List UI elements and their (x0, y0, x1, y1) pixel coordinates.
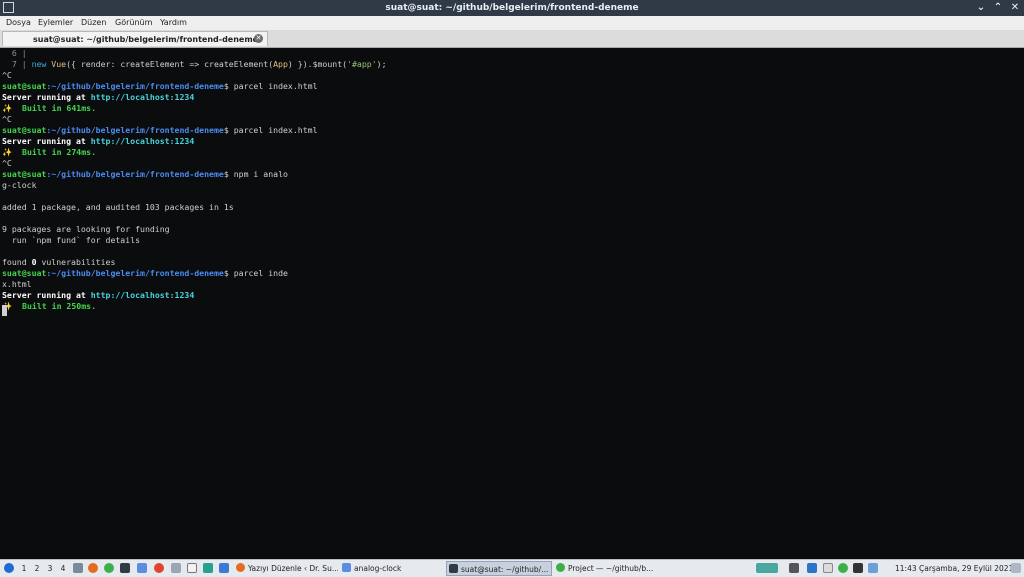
desktop-3[interactable]: 3 (45, 562, 55, 575)
taskbar-window-browser[interactable]: Yazıyı Düzenle ‹ Dr. Su... (234, 561, 338, 576)
desktop-1[interactable]: 1 (19, 562, 29, 575)
terminal-icon (449, 564, 458, 573)
taskbar-clock[interactable]: 11:43 Çarşamba, 29 Eylül 2021 (895, 562, 1013, 575)
command-wrap-line: x.html (2, 279, 32, 289)
app-launcher-icon[interactable] (203, 563, 213, 573)
command-wrap-line: g-clock (2, 180, 37, 190)
update-icon[interactable] (838, 563, 848, 573)
screenshot-icon[interactable] (171, 563, 181, 573)
menu-duzen[interactable]: Düzen (81, 18, 106, 27)
npm-funding-hint-line: run `npm fund` for details (2, 235, 141, 245)
text-cursor (2, 305, 7, 316)
desktop-4[interactable]: 4 (58, 562, 68, 575)
interrupt-line: ^C (2, 114, 12, 124)
code-line-6: 6 | (2, 48, 27, 58)
menu-gorunum[interactable]: Görünüm (115, 18, 152, 27)
taskbar-window-atom[interactable]: Project — ~/github/b... (554, 561, 660, 576)
green-app-icon[interactable] (104, 563, 114, 573)
built-line: ✨ Built in 641ms. (2, 103, 97, 113)
tab-bar: suat@suat: ~/github/belgelerim/frontend-… (0, 30, 1024, 48)
chrome-icon[interactable] (154, 563, 164, 573)
editor-launcher-icon[interactable] (137, 563, 147, 573)
vscode-icon[interactable] (219, 563, 229, 573)
maximize-icon[interactable]: ⌃ (991, 1, 1005, 15)
menu-eylemler[interactable]: Eylemler (38, 18, 73, 27)
cpu-monitor-icon (756, 563, 778, 573)
atom-icon (556, 563, 565, 572)
prompt-line: suat@suat:~/github/belgelerim/frontend-d… (2, 81, 318, 91)
window-title: suat@suat: ~/github/belgelerim/frontend-… (385, 3, 639, 13)
code-line-7: 7 | new Vue({ render: createElement => c… (2, 59, 387, 69)
tab-label: suat@suat: ~/github/belgelerim/frontend-… (33, 35, 259, 44)
window-titlebar[interactable]: suat@suat: ~/github/belgelerim/frontend-… (0, 0, 1024, 16)
npm-vulnerabilities-line: found 0 vulnerabilities (2, 257, 116, 267)
npm-funding-line: 9 packages are looking for funding (2, 224, 170, 234)
interrupt-line: ^C (2, 158, 12, 168)
volume-icon[interactable] (789, 563, 799, 573)
server-line: Server running at http://localhost:1234 (2, 290, 195, 300)
text-editor-icon[interactable] (187, 563, 197, 573)
firefox-icon (236, 563, 245, 572)
folder-icon (342, 563, 351, 572)
network-icon[interactable] (807, 563, 817, 573)
taskbar-window-folder[interactable]: analog-clock (340, 561, 444, 576)
taskbar: 1 2 3 4 Yazıyı Düzenle ‹ Dr. Su... analo… (0, 559, 1024, 577)
prompt-line: suat@suat:~/github/belgelerim/frontend-d… (2, 169, 288, 179)
interrupt-line: ^C (2, 70, 12, 80)
npm-added-line: added 1 package, and audited 103 package… (2, 202, 234, 212)
file-manager-icon[interactable] (73, 563, 83, 573)
taskbar-window-terminal[interactable]: suat@suat: ~/github/... (446, 561, 552, 576)
terminal-tab[interactable]: suat@suat: ~/github/belgelerim/frontend-… (2, 31, 268, 46)
close-icon[interactable]: ✕ (1008, 1, 1022, 15)
terminal-output[interactable]: 6 | 7 | new Vue({ render: createElement … (0, 48, 1024, 559)
desktop-2[interactable]: 2 (32, 562, 42, 575)
show-desktop-icon[interactable] (1011, 563, 1021, 573)
clipboard-icon[interactable] (823, 563, 833, 573)
built-line: ✨ Built in 250ms. (2, 301, 97, 311)
app-menu-icon[interactable] (4, 563, 14, 573)
prompt-line: suat@suat:~/github/belgelerim/frontend-d… (2, 125, 318, 135)
tab-close-icon[interactable]: ✕ (254, 34, 263, 43)
server-line: Server running at http://localhost:1234 (2, 92, 195, 102)
tray-arrow-icon[interactable] (853, 563, 863, 573)
built-line: ✨ Built in 274ms. (2, 147, 97, 157)
menu-dosya[interactable]: Dosya (6, 18, 31, 27)
menu-yardim[interactable]: Yardım (160, 18, 187, 27)
menu-bar: Dosya Eylemler Düzen Görünüm Yardım (0, 16, 1024, 31)
bluetooth-icon[interactable] (868, 563, 878, 573)
firefox-icon[interactable] (88, 563, 98, 573)
terminal-launcher-icon[interactable] (120, 563, 130, 573)
prompt-line: suat@suat:~/github/belgelerim/frontend-d… (2, 268, 288, 278)
minimize-icon[interactable]: ⌄ (974, 1, 988, 15)
server-line: Server running at http://localhost:1234 (2, 136, 195, 146)
